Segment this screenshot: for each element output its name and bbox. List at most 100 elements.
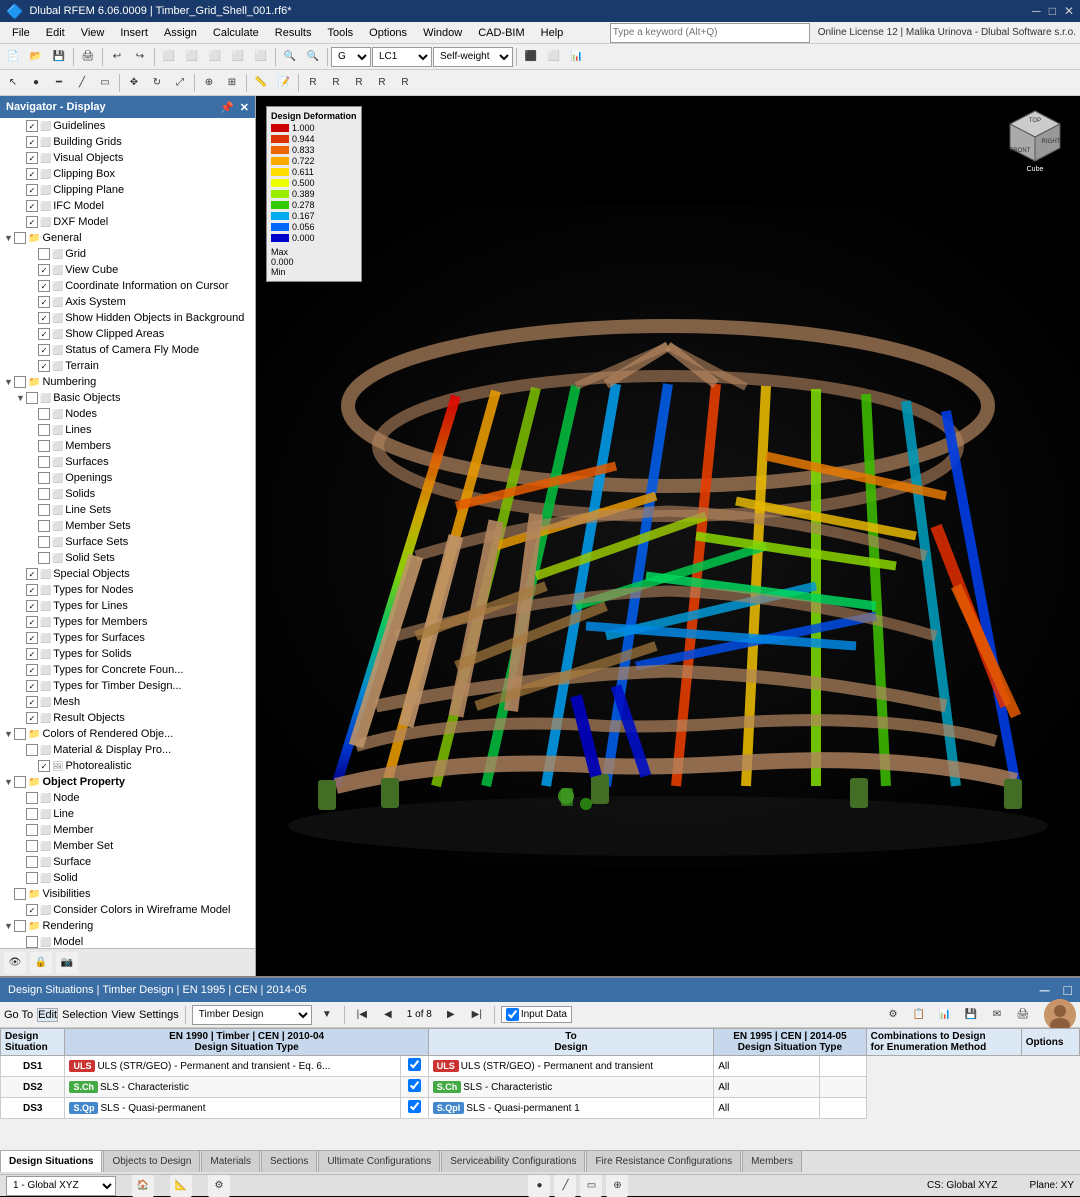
tb-snap[interactable]: ⊕	[198, 72, 220, 94]
bottom-tab-5[interactable]: Serviceability Configurations	[441, 1150, 585, 1172]
nav-item-24[interactable]: ⬜Line Sets	[0, 502, 255, 518]
nav-item-22[interactable]: ⬜Openings	[0, 470, 255, 486]
checkbox[interactable]	[26, 792, 38, 804]
view-button[interactable]: View	[111, 1009, 135, 1021]
statusbar-btn2[interactable]: 📐	[170, 1175, 192, 1197]
nav-controls[interactable]: 📌 ✕	[220, 101, 249, 114]
tb-view2[interactable]: ⬜	[181, 46, 203, 68]
edit-button[interactable]: Edit	[37, 1008, 58, 1022]
nav-item-9[interactable]: ⬜View Cube	[0, 262, 255, 278]
bottom-tab-2[interactable]: Materials	[201, 1150, 260, 1172]
last-page-btn[interactable]: ▶|	[466, 1004, 488, 1026]
tb-grid-snap[interactable]: ⊞	[221, 72, 243, 94]
checkbox[interactable]	[26, 120, 38, 132]
tb-new[interactable]: 📄	[2, 46, 24, 68]
bottom-tab-7[interactable]: Members	[742, 1150, 802, 1172]
tb-open[interactable]: 📂	[25, 46, 47, 68]
tb-view5[interactable]: ⬜	[250, 46, 272, 68]
nav-cam-btn[interactable]: 📷	[56, 952, 78, 974]
menu-options[interactable]: Options	[361, 25, 415, 41]
checkbox[interactable]	[38, 536, 50, 548]
checkbox[interactable]	[26, 936, 38, 948]
nav-item-18[interactable]: ⬜Nodes	[0, 406, 255, 422]
checkbox[interactable]	[14, 776, 26, 788]
bottom-tab-0[interactable]: Design Situations	[0, 1150, 102, 1172]
nav-item-6[interactable]: ⬜DXF Model	[0, 214, 255, 230]
bottom-min-btn[interactable]: ─	[1040, 982, 1050, 998]
menu-help[interactable]: Help	[533, 25, 572, 41]
tb-render[interactable]: ⬛	[520, 46, 542, 68]
tb-display[interactable]: 📊	[566, 46, 588, 68]
to-design-checkbox[interactable]	[408, 1079, 421, 1092]
checkbox[interactable]	[26, 184, 38, 196]
tb-r5[interactable]: R	[394, 72, 416, 94]
checkbox[interactable]	[38, 456, 50, 468]
first-page-btn[interactable]: |◀	[351, 1004, 373, 1026]
nav-item-37[interactable]: ⬜Result Objects	[0, 710, 255, 726]
nav-item-28[interactable]: ⬜Special Objects	[0, 566, 255, 582]
tb-move[interactable]: ✥	[123, 72, 145, 94]
checkbox[interactable]	[26, 200, 38, 212]
selection-button[interactable]: Selection	[62, 1009, 107, 1021]
checkbox[interactable]	[38, 296, 50, 308]
checkbox[interactable]	[26, 632, 38, 644]
checkbox[interactable]	[38, 264, 50, 276]
nav-item-11[interactable]: ⬜Axis System	[0, 294, 255, 310]
cell-to-design[interactable]	[401, 1098, 428, 1119]
nav-item-14[interactable]: ⬜Status of Camera Fly Mode	[0, 342, 255, 358]
table-row-2[interactable]: DS3 S.QpSLS - Quasi-permanent S.QplSLS -…	[1, 1098, 1080, 1119]
tb-line[interactable]: ━	[48, 72, 70, 94]
nav-pin-icon[interactable]: 📌	[220, 101, 234, 114]
cell-to-design[interactable]	[401, 1056, 428, 1077]
tb-zoom-out[interactable]: 🔍	[302, 46, 324, 68]
checkbox[interactable]	[38, 280, 50, 292]
tb-save[interactable]: 💾	[48, 46, 70, 68]
checkbox[interactable]	[26, 600, 38, 612]
input-data-control[interactable]: Input Data	[501, 1006, 572, 1023]
tb-undo[interactable]: ↩	[106, 46, 128, 68]
tb-print[interactable]: 🖨	[77, 46, 99, 68]
maximize-button[interactable]: □	[1049, 4, 1056, 18]
tb-bt3[interactable]: 📊	[934, 1004, 956, 1026]
nav-item-39[interactable]: ⬜Material & Display Pro...	[0, 742, 255, 758]
checkbox[interactable]	[26, 824, 38, 836]
checkbox[interactable]	[14, 232, 26, 244]
dropdown-arrow[interactable]: ▼	[316, 1004, 338, 1026]
nav-item-19[interactable]: ⬜Lines	[0, 422, 255, 438]
checkbox[interactable]	[38, 440, 50, 452]
tb-surface[interactable]: ▭	[94, 72, 116, 94]
checkbox[interactable]	[14, 728, 26, 740]
menu-results[interactable]: Results	[267, 25, 320, 41]
menu-edit[interactable]: Edit	[38, 25, 73, 41]
lc-value[interactable]: LC1	[372, 47, 432, 67]
menu-view[interactable]: View	[73, 25, 113, 41]
checkbox[interactable]	[26, 840, 38, 852]
nav-item-31[interactable]: ⬜Types for Members	[0, 614, 255, 630]
nav-item-15[interactable]: ⬜Terrain	[0, 358, 255, 374]
tb-meas[interactable]: 📏	[250, 72, 272, 94]
menu-tools[interactable]: Tools	[319, 25, 361, 41]
checkbox[interactable]	[26, 584, 38, 596]
nav-item-4[interactable]: ⬜Clipping Plane	[0, 182, 255, 198]
nav-lock-btn[interactable]: 🔒	[30, 952, 52, 974]
tb-view4[interactable]: ⬜	[227, 46, 249, 68]
user-avatar[interactable]	[1044, 999, 1076, 1031]
tb-select[interactable]: ↖	[2, 72, 24, 94]
tb-r3[interactable]: R	[348, 72, 370, 94]
bottom-max-btn[interactable]: □	[1064, 982, 1072, 998]
viewport[interactable]: Design Deformation 1.0000.9440.8330.7220…	[256, 96, 1080, 976]
checkbox[interactable]	[38, 472, 50, 484]
nav-item-29[interactable]: ⬜Types for Nodes	[0, 582, 255, 598]
tb-wire[interactable]: ⬜	[543, 46, 565, 68]
checkbox[interactable]	[38, 344, 50, 356]
nav-item-33[interactable]: ⬜Types for Solids	[0, 646, 255, 662]
nav-item-17[interactable]: ▼⬜Basic Objects	[0, 390, 255, 406]
load-type[interactable]: Self-weight	[433, 47, 513, 67]
checkbox[interactable]	[14, 888, 26, 900]
close-button[interactable]: ✕	[1064, 4, 1074, 18]
nav-item-8[interactable]: ⬜Grid	[0, 246, 255, 262]
checkbox[interactable]	[38, 248, 50, 260]
nav-item-20[interactable]: ⬜Members	[0, 438, 255, 454]
expand-icon[interactable]: ▼	[4, 729, 14, 739]
checkbox[interactable]	[38, 408, 50, 420]
